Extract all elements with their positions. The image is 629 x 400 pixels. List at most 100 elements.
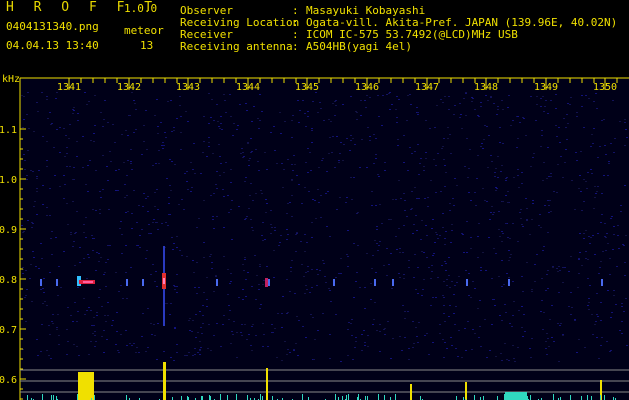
noise-speck xyxy=(490,97,492,98)
noise-speck xyxy=(276,163,278,164)
noise-speck xyxy=(409,94,411,95)
noise-speck xyxy=(604,145,606,146)
noise-speck xyxy=(608,163,610,164)
noise-speck xyxy=(241,335,243,336)
noise-speck xyxy=(398,99,400,100)
noise-speck xyxy=(592,235,594,236)
noise-speck xyxy=(609,351,611,352)
noise-speck xyxy=(96,315,98,316)
noise-speck xyxy=(210,195,212,196)
noise-speck xyxy=(236,357,238,358)
noise-speck xyxy=(43,278,45,279)
noise-speck xyxy=(500,353,502,354)
level-noise xyxy=(181,396,182,400)
noise-speck xyxy=(203,257,205,258)
noise-speck xyxy=(543,162,545,163)
noise-speck xyxy=(174,286,176,287)
noise-speck xyxy=(379,331,381,332)
noise-speck xyxy=(69,166,71,167)
noise-speck xyxy=(107,315,109,316)
noise-speck xyxy=(216,323,218,324)
noise-speck xyxy=(240,332,242,333)
noise-speck xyxy=(265,212,267,213)
noise-speck xyxy=(464,328,466,329)
noise-speck xyxy=(183,209,185,210)
noise-speck xyxy=(281,327,283,328)
noise-speck xyxy=(202,323,204,324)
noise-speck xyxy=(383,329,385,330)
noise-speck xyxy=(230,343,232,344)
noise-speck xyxy=(540,98,542,99)
noise-speck xyxy=(343,144,345,145)
noise-speck xyxy=(474,192,476,193)
noise-speck xyxy=(167,225,169,226)
noise-speck xyxy=(617,225,619,226)
noise-speck xyxy=(281,313,283,314)
noise-speck xyxy=(247,142,249,143)
noise-speck xyxy=(320,108,322,109)
noise-speck xyxy=(94,125,96,126)
noise-speck xyxy=(150,323,152,324)
noise-speck xyxy=(402,305,404,306)
noise-speck xyxy=(86,310,88,311)
noise-speck xyxy=(386,248,388,249)
noise-speck xyxy=(543,312,545,313)
noise-speck xyxy=(190,191,192,192)
noise-speck xyxy=(442,227,444,228)
noise-speck xyxy=(352,359,354,360)
noise-speck xyxy=(243,270,245,271)
noise-speck xyxy=(399,336,401,337)
noise-speck xyxy=(396,117,398,118)
noise-speck xyxy=(371,268,373,269)
noise-speck xyxy=(251,227,253,228)
noise-speck xyxy=(186,181,188,182)
noise-speck xyxy=(120,334,122,335)
noise-speck xyxy=(274,150,276,151)
noise-speck xyxy=(480,346,482,347)
noise-speck xyxy=(412,347,414,348)
noise-speck xyxy=(408,348,410,349)
noise-speck xyxy=(125,330,127,331)
noise-speck xyxy=(590,237,592,238)
noise-speck xyxy=(547,338,549,339)
noise-speck xyxy=(576,352,578,353)
noise-speck xyxy=(290,271,292,272)
noise-speck xyxy=(208,123,210,124)
noise-speck xyxy=(319,102,321,103)
noise-speck xyxy=(587,305,589,306)
noise-speck xyxy=(244,219,246,220)
noise-speck xyxy=(197,352,199,353)
noise-speck xyxy=(38,170,40,171)
level-bar xyxy=(163,362,166,400)
noise-speck xyxy=(184,355,186,356)
noise-speck xyxy=(69,124,71,125)
noise-speck xyxy=(477,115,479,116)
noise-speck xyxy=(403,162,405,163)
noise-speck xyxy=(41,258,43,259)
noise-speck xyxy=(578,258,580,259)
noise-speck xyxy=(437,277,439,278)
noise-speck xyxy=(314,339,316,340)
noise-speck xyxy=(384,170,386,171)
noise-speck xyxy=(585,258,587,259)
noise-speck xyxy=(619,121,621,122)
noise-speck xyxy=(287,312,289,313)
noise-speck xyxy=(376,330,378,331)
noise-speck xyxy=(388,219,390,220)
noise-speck xyxy=(521,276,523,277)
noise-speck xyxy=(479,326,481,327)
noise-speck xyxy=(219,128,221,129)
noise-speck xyxy=(83,232,85,233)
noise-speck xyxy=(502,109,504,110)
noise-speck xyxy=(526,262,528,263)
noise-speck xyxy=(322,313,324,314)
noise-speck xyxy=(381,125,383,126)
noise-speck xyxy=(66,354,68,355)
noise-speck xyxy=(251,286,253,287)
noise-speck xyxy=(321,160,323,161)
noise-speck xyxy=(579,252,581,253)
noise-speck xyxy=(601,214,603,215)
noise-speck xyxy=(251,121,253,122)
noise-speck xyxy=(304,251,306,252)
noise-speck xyxy=(518,310,520,311)
